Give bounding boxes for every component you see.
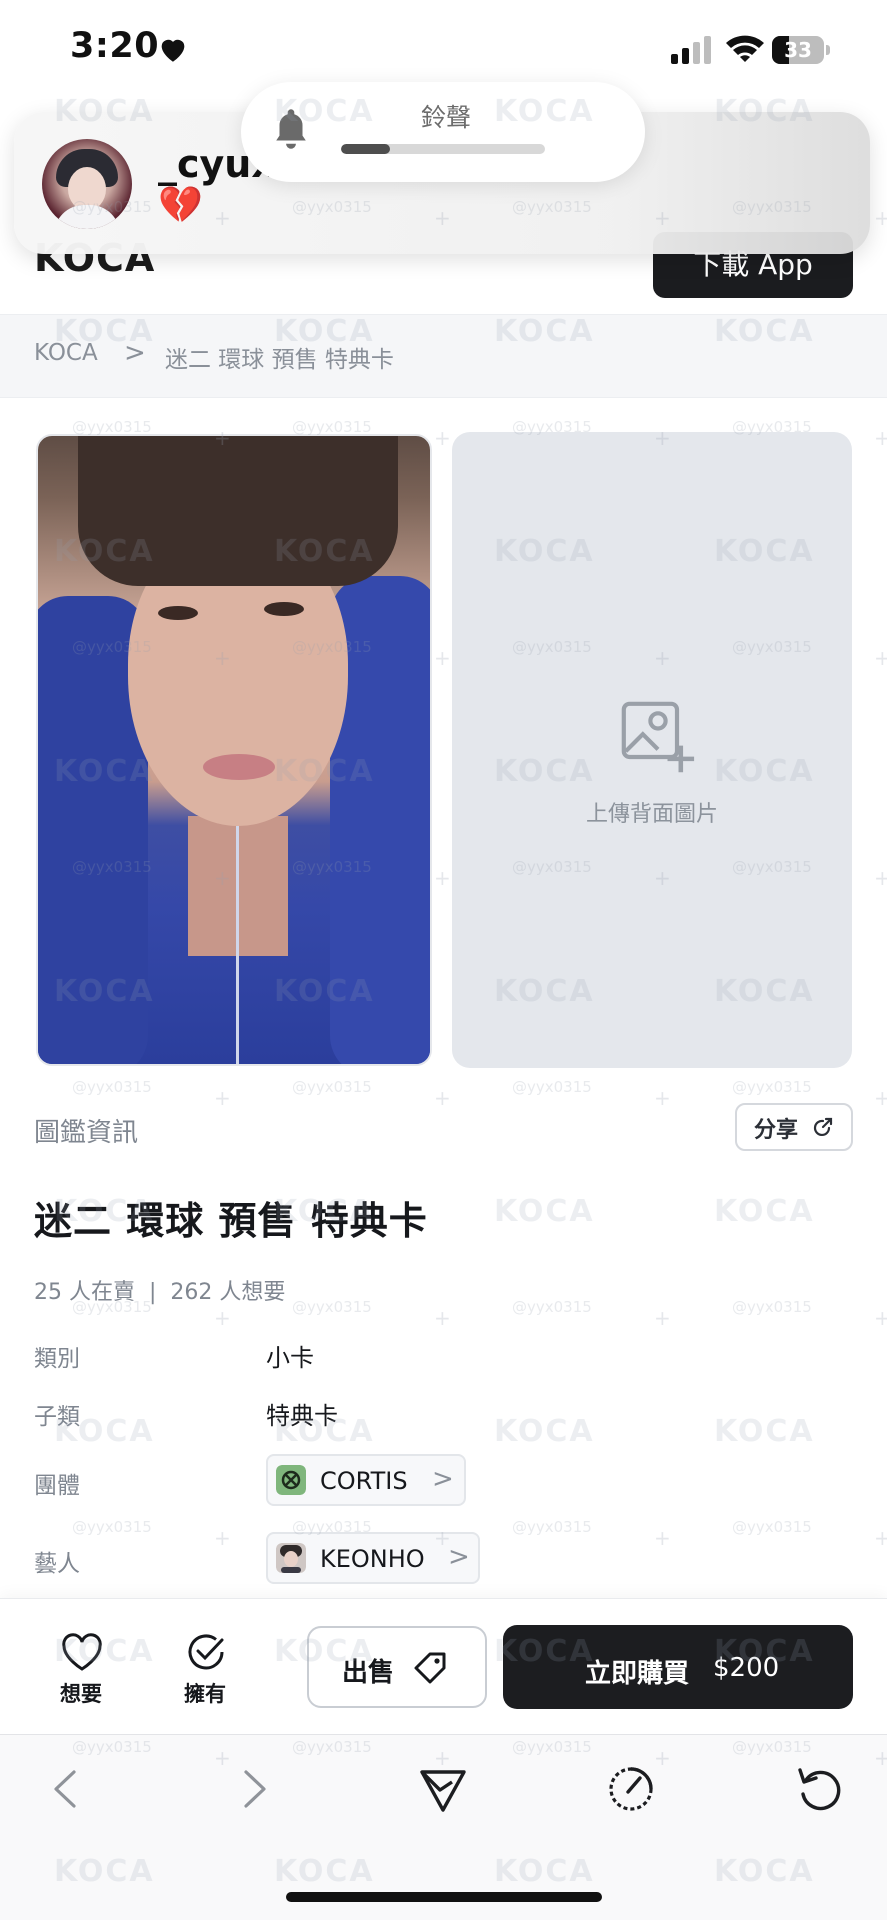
watermark-sparkle: + <box>214 1306 231 1330</box>
broken-heart-icon: 💔 <box>158 185 203 226</box>
watermark-sparkle: + <box>214 1526 231 1550</box>
selling-count: 25 人在賣 <box>34 1280 135 1305</box>
battery-indicator: 33 <box>772 36 830 64</box>
watermark-handle: @yyx0315 <box>292 1298 372 1316</box>
watermark-handle: @yyx0315 <box>512 1298 592 1316</box>
artist-name: KEONHO <box>320 1545 425 1573</box>
watermark-sparkle: + <box>874 1306 887 1330</box>
speed-dial-icon[interactable] <box>606 1764 656 1814</box>
watermark-sparkle: + <box>874 1086 887 1110</box>
group-label: 團體 <box>34 1473 80 1499</box>
home-indicator <box>286 1892 602 1902</box>
watermark-sparkle: + <box>874 866 887 890</box>
battery-level: 33 <box>784 38 812 62</box>
wanted-count: 262 人想要 <box>170 1280 286 1305</box>
ringer-volume-hud: 鈴聲 <box>241 82 645 182</box>
watermark-handle: @yyx0315 <box>72 1078 152 1096</box>
heart-outline-icon[interactable] <box>60 1632 104 1672</box>
breadcrumb-home-link[interactable]: KOCA <box>34 340 98 366</box>
watermark-handle: @yyx0315 <box>512 1518 592 1536</box>
watermark-sparkle: + <box>434 426 451 450</box>
watermark-handle: @yyx0315 <box>512 1078 592 1096</box>
sell-button[interactable] <box>307 1626 487 1708</box>
wifi-icon <box>726 35 764 62</box>
watermark-sparkle: + <box>874 206 887 230</box>
upload-back-label: 上傳背面圖片 <box>585 802 718 827</box>
watermark-sparkle: + <box>654 1526 671 1550</box>
artist-avatar-icon <box>276 1543 306 1573</box>
heart-icon <box>161 39 185 62</box>
chevron-right-icon: > <box>432 1464 454 1494</box>
watermark-brand: KOCA <box>714 1194 815 1229</box>
watermark-handle: @yyx0315 <box>72 1518 152 1536</box>
buy-now-label: 立即購買 <box>585 1659 690 1689</box>
subcategory-value: 特典卡 <box>266 1402 338 1430</box>
watermark-brand: KOCA <box>494 1194 595 1229</box>
watermark-sparkle: + <box>654 1306 671 1330</box>
listing-stats: 25 人在賣 | 262 人想要 <box>34 1274 285 1306</box>
breadcrumb-current: 迷二 環球 預售 特典卡 <box>165 347 394 373</box>
chevron-right-icon: > <box>448 1542 470 1572</box>
buy-price: $200 <box>713 1653 780 1683</box>
artist-label: 藝人 <box>34 1551 80 1577</box>
category-label: 類別 <box>34 1346 80 1372</box>
group-logo-icon <box>276 1465 306 1495</box>
subcategory-label: 子類 <box>34 1404 80 1430</box>
ringer-level-fill <box>341 144 390 154</box>
watermark-sparkle: + <box>434 866 451 890</box>
watermark-handle: @yyx0315 <box>732 1078 812 1096</box>
ringer-label: 鈴聲 <box>420 103 471 132</box>
page-title: 迷二 環球 預售 特典卡 <box>34 1199 428 1243</box>
group-name: CORTIS <box>320 1467 408 1495</box>
watermark-brand: KOCA <box>494 1414 595 1449</box>
own-button-label[interactable]: 擁有 <box>184 1678 226 1708</box>
watermark-handle: @yyx0315 <box>292 1078 372 1096</box>
back-arrow-icon[interactable] <box>42 1764 92 1814</box>
external-link-icon <box>813 1117 833 1137</box>
watermark-sparkle: + <box>434 1086 451 1110</box>
watermark-brand: KOCA <box>714 1414 815 1449</box>
watermark-sparkle: + <box>214 1086 231 1110</box>
want-button-label[interactable]: 想要 <box>60 1678 102 1708</box>
ringer-level-bar <box>341 144 545 154</box>
stats-divider: | <box>149 1280 157 1305</box>
forward-arrow-icon[interactable] <box>228 1764 278 1814</box>
send-icon[interactable] <box>418 1764 468 1814</box>
share-button-label: 分享 <box>754 1118 799 1143</box>
check-circle-icon[interactable] <box>186 1632 226 1672</box>
watermark-sparkle: + <box>874 426 887 450</box>
section-heading: 圖鑑資訊 <box>34 1118 139 1148</box>
price-tag-icon <box>414 1652 446 1684</box>
status-time: 3:20 <box>70 26 160 66</box>
image-upload-icon <box>621 701 695 773</box>
breadcrumb-separator: > <box>124 338 146 368</box>
reload-icon[interactable] <box>794 1764 844 1814</box>
category-value: 小卡 <box>266 1344 314 1372</box>
watermark-handle: @yyx0315 <box>732 1298 812 1316</box>
watermark-sparkle: + <box>874 1526 887 1550</box>
watermark-handle: @yyx0315 <box>732 1518 812 1536</box>
watermark-sparkle: + <box>434 646 451 670</box>
cellular-signal-icon <box>671 36 711 64</box>
sell-button-label: 出售 <box>342 1658 395 1688</box>
watermark-sparkle: + <box>434 1306 451 1330</box>
card-front-image[interactable] <box>36 434 432 1066</box>
watermark-sparkle: + <box>654 1086 671 1110</box>
watermark-sparkle: + <box>874 646 887 670</box>
avatar <box>42 139 132 229</box>
